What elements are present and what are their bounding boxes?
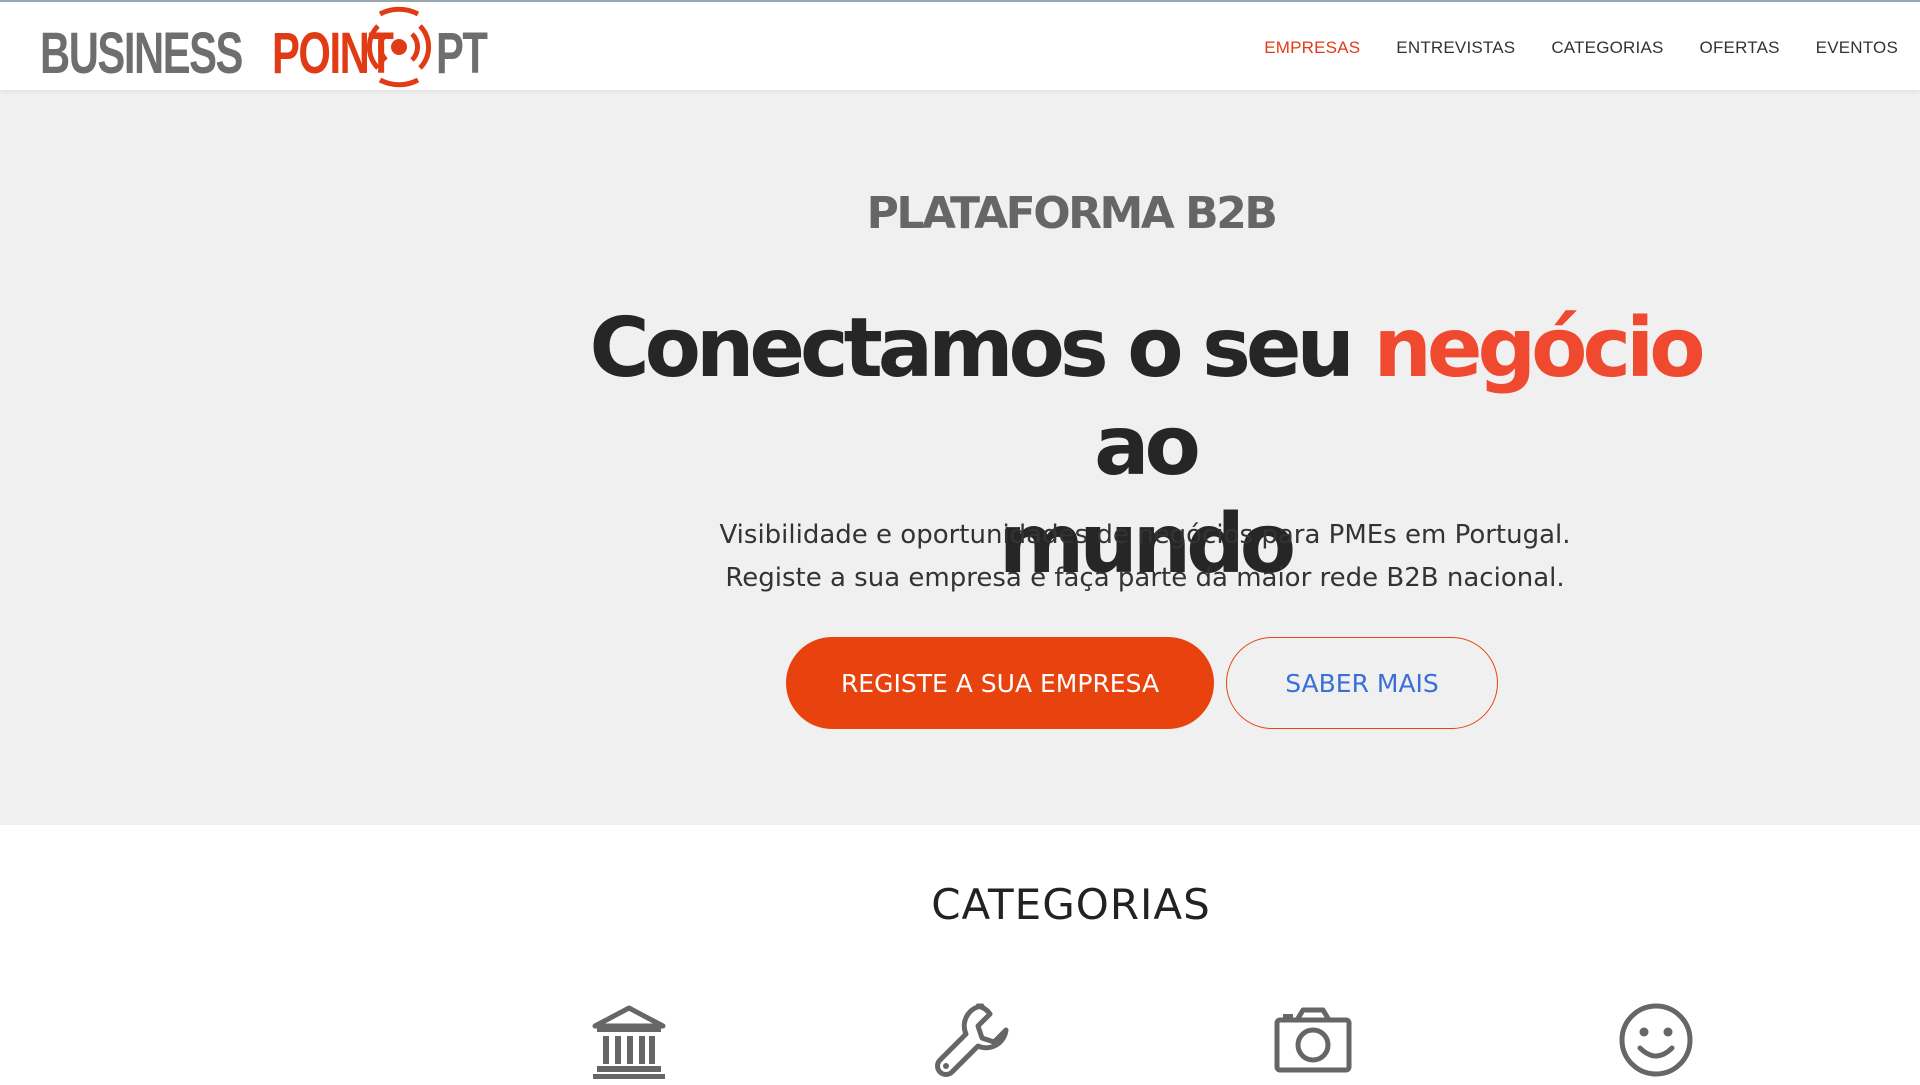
headline-part2: ao (1094, 399, 1201, 494)
nav-ofertas[interactable]: OFERTAS (1700, 38, 1780, 58)
site-logo[interactable]: BUSINESS POINT PT (40, 6, 488, 88)
subtitle-line1: Visibilidade e oportunidades de negócios… (719, 520, 1571, 550)
categories-title: CATEGORIAS (931, 880, 1211, 929)
nav-entrevistas[interactable]: ENTREVISTAS (1396, 38, 1515, 58)
hero-section: PLATAFORMA B2B Conectamos o seu negócio … (0, 90, 1920, 825)
hero-subtitle: Visibilidade e oportunidades de negócios… (560, 514, 1730, 600)
bank-icon[interactable] (589, 1000, 669, 1080)
logo-pt-text: PT (436, 21, 488, 86)
nav-eventos[interactable]: EVENTOS (1816, 38, 1898, 58)
subtitle-line2: Registe a sua empresa e faça parte da ma… (725, 563, 1565, 593)
hero-eyebrow: PLATAFORMA B2B (866, 188, 1278, 239)
nav-empresas[interactable]: EMPRESAS (1264, 38, 1360, 58)
wrench-icon[interactable] (932, 1000, 1012, 1080)
camera-icon[interactable] (1273, 1000, 1353, 1080)
headline-accent: negócio (1373, 301, 1705, 396)
smiley-icon[interactable] (1616, 1000, 1696, 1080)
learn-more-button[interactable]: SABER MAIS (1226, 637, 1498, 729)
register-company-button[interactable]: REGISTE A SUA EMPRESA (786, 637, 1214, 729)
headline-part1: Conectamos o seu (589, 301, 1374, 396)
nav-categorias[interactable]: CATEGORIAS (1551, 38, 1663, 58)
main-nav: EMPRESAS ENTREVISTAS CATEGORIAS OFERTAS … (1264, 4, 1898, 92)
signal-icon (366, 6, 432, 88)
site-header: BUSINESS POINT PT EMPRESAS ENTREVISTAS C… (0, 2, 1920, 90)
